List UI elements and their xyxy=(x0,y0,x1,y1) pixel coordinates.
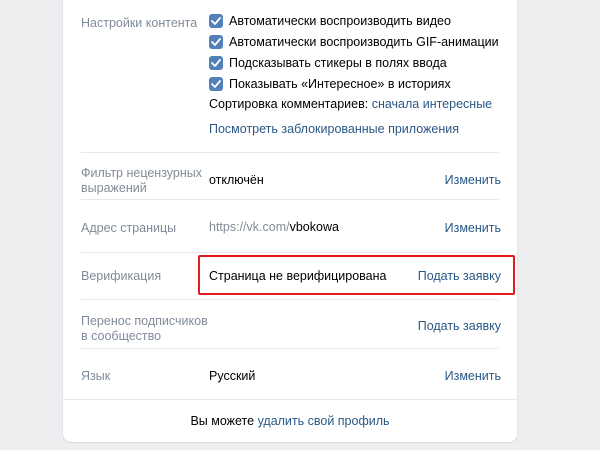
divider xyxy=(81,252,499,253)
checkbox-checked-icon[interactable] xyxy=(209,77,223,91)
divider xyxy=(81,348,499,349)
checkbox-autoplay-gif[interactable]: Автоматически воспроизводить GIF-анимаци… xyxy=(209,35,499,49)
checkbox-label: Автоматически воспроизводить GIF-анимаци… xyxy=(229,35,499,49)
blocked-apps-link[interactable]: Посмотреть заблокированные приложения xyxy=(209,122,459,137)
subscribers-transfer-apply-link[interactable]: Подать заявку xyxy=(418,319,501,334)
verification-apply-link[interactable]: Подать заявку xyxy=(418,269,501,284)
subscribers-transfer-label-line2: в сообщество xyxy=(81,329,162,343)
checkbox-suggest-stickers[interactable]: Подсказывать стикеры в полях ввода xyxy=(209,56,447,70)
divider xyxy=(81,152,499,153)
checkbox-checked-icon[interactable] xyxy=(209,56,223,70)
checkbox-label: Показывать «Интересное» в историях xyxy=(229,77,451,91)
checkbox-label: Автоматически воспроизводить видео xyxy=(229,14,451,28)
obscene-filter-change-link[interactable]: Изменить xyxy=(445,173,501,188)
divider xyxy=(63,399,517,400)
obscene-filter-label: Фильтр нецензурных выражений xyxy=(81,166,202,196)
footer-text: Вы можете xyxy=(190,414,255,428)
comment-sort-row: Сортировка комментариев: сначала интерес… xyxy=(209,97,492,112)
page-address-change-link[interactable]: Изменить xyxy=(445,221,501,236)
checkbox-checked-icon[interactable] xyxy=(209,35,223,49)
page-address-label: Адрес страницы xyxy=(81,221,177,235)
subscribers-transfer-label: Перенос подписчиков в сообщество xyxy=(81,314,208,344)
delete-profile-link[interactable]: удалить свой профиль xyxy=(258,414,390,428)
obscene-filter-value: отключён xyxy=(209,173,264,187)
obscene-filter-label-line2: выражений xyxy=(81,181,147,195)
verification-label: Верификация xyxy=(81,269,162,283)
language-change-link[interactable]: Изменить xyxy=(445,369,501,384)
page-address-value: https://vk.com/vbokowa xyxy=(209,220,339,235)
comment-sort-link[interactable]: сначала интересные xyxy=(372,97,492,111)
checkbox-label: Подсказывать стикеры в полях ввода xyxy=(229,56,447,70)
obscene-filter-label-line1: Фильтр нецензурных xyxy=(81,166,202,180)
content-settings-label: Настройки контента xyxy=(81,16,198,30)
page-address-slug: vbokowa xyxy=(289,220,339,234)
checkbox-show-interesting[interactable]: Показывать «Интересное» в историях xyxy=(209,77,451,91)
verification-status: Страница не верифицирована xyxy=(209,269,387,283)
subscribers-transfer-label-line1: Перенос подписчиков xyxy=(81,314,208,328)
page-address-prefix: https://vk.com/ xyxy=(209,220,290,234)
language-label: Язык xyxy=(81,369,111,383)
divider xyxy=(81,199,499,200)
checkbox-checked-icon[interactable] xyxy=(209,14,223,28)
delete-profile-footer: Вы можете удалить свой профиль xyxy=(63,414,517,429)
language-value: Русский xyxy=(209,369,256,383)
divider xyxy=(81,299,499,300)
checkbox-autoplay-video[interactable]: Автоматически воспроизводить видео xyxy=(209,14,451,28)
comment-sort-label: Сортировка комментариев: xyxy=(209,97,369,111)
settings-card: Настройки контента Автоматически воспрои… xyxy=(63,0,517,442)
